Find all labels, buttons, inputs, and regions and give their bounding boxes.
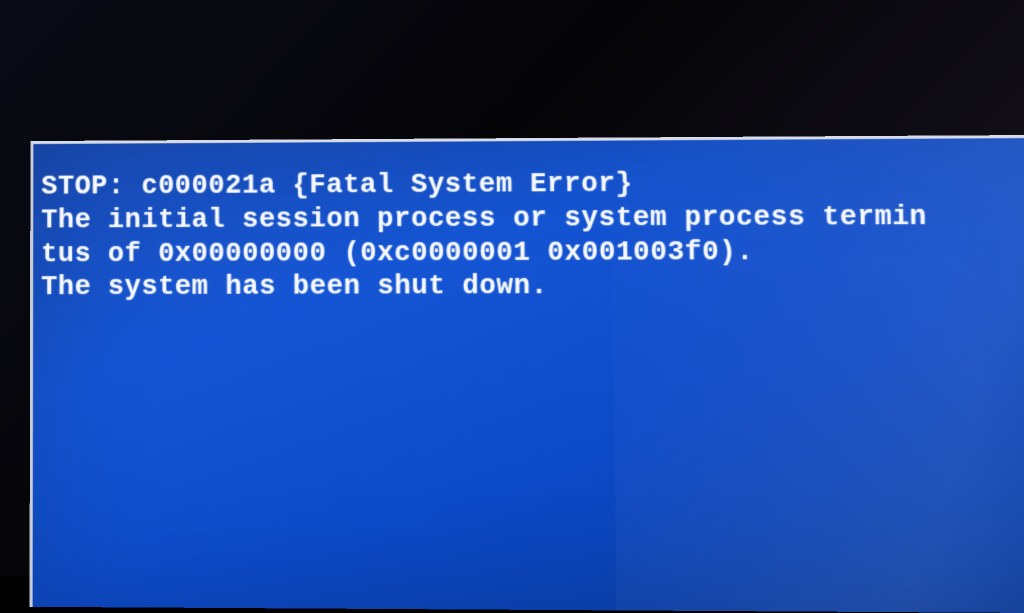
bsod-message: STOP: c000021a {Fatal System Error} The … xyxy=(41,166,1024,306)
bsod-description-2: tus of 0x00000000 (0xc0000001 0x001003f0… xyxy=(41,235,1024,272)
bsod-screen: STOP: c000021a {Fatal System Error} The … xyxy=(30,135,1024,613)
bsod-shutdown-notice: The system has been shut down. xyxy=(41,270,1024,306)
bsod-description-1: The initial session process or system pr… xyxy=(41,201,1024,239)
bsod-stop-code: STOP: c000021a {Fatal System Error} xyxy=(41,166,1024,205)
monitor-bezel: STOP: c000021a {Fatal System Error} The … xyxy=(0,0,1024,576)
